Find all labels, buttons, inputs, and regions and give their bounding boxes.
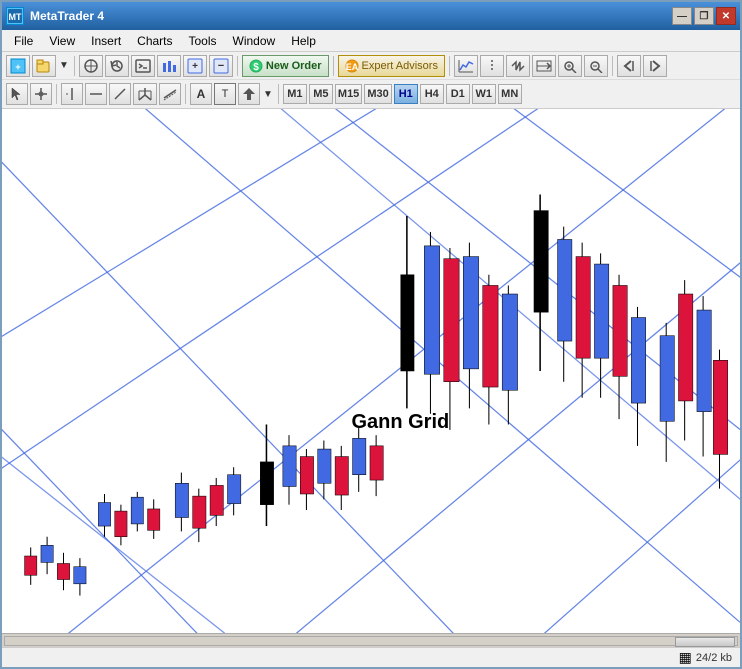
toolbar-sep-5	[612, 56, 613, 76]
restore-button[interactable]: ❐	[694, 7, 714, 25]
chart-area[interactable]: Gann Grid	[2, 109, 740, 633]
svg-text:+: +	[192, 61, 198, 72]
zoom-in2-button[interactable]	[558, 55, 582, 77]
crosshair-tool[interactable]	[30, 83, 52, 105]
tf-m1[interactable]: M1	[283, 84, 307, 104]
menu-insert[interactable]: Insert	[83, 32, 129, 50]
toolbar-sep-4	[449, 56, 450, 76]
draw-sep-3	[278, 84, 279, 104]
svg-text:−: −	[218, 60, 224, 72]
new-chart-button[interactable]: +	[6, 55, 30, 77]
title-bar: MT MetaTrader 4 — ❐ ✕	[2, 2, 740, 30]
tf-m5[interactable]: M5	[309, 84, 333, 104]
expert-advisors-label: Expert Advisors	[362, 60, 438, 72]
close-button[interactable]: ✕	[716, 7, 736, 25]
scrollbar-thumb[interactable]	[675, 637, 735, 647]
text-tool[interactable]: A	[190, 83, 212, 105]
menu-view[interactable]: View	[41, 32, 83, 50]
app-icon: MT	[6, 7, 24, 25]
main-window: MT MetaTrader 4 — ❐ ✕ File View Insert C…	[0, 0, 742, 669]
main-toolbar: + ▼	[2, 52, 740, 80]
zoom-in-button[interactable]: +	[183, 55, 207, 77]
chart-scrollbar[interactable]	[2, 633, 740, 647]
navigate-button[interactable]	[79, 55, 103, 77]
status-text: 24/2 kb	[696, 652, 732, 664]
arrow-tool[interactable]	[238, 83, 260, 105]
scroll-right-button[interactable]	[643, 55, 667, 77]
tf-h1[interactable]: H1	[394, 84, 418, 104]
status-icon: ▦	[679, 649, 692, 666]
scrollbar-track[interactable]	[4, 636, 738, 646]
zoom-out2-button[interactable]	[584, 55, 608, 77]
trendline-tool[interactable]	[109, 83, 131, 105]
tf-mn[interactable]: MN	[498, 84, 522, 104]
chart-scroll-button[interactable]	[506, 55, 530, 77]
zoom-out-button[interactable]: −	[209, 55, 233, 77]
status-bar: ▦ 24/2 kb	[2, 647, 740, 667]
chart-svg	[2, 109, 740, 633]
drawing-toolbar: A T ▼ M1 M5 M15 M30 H1 H4 D1 W1 MN	[2, 80, 740, 108]
minimize-button[interactable]: —	[672, 7, 692, 25]
toolbar-sep-1	[74, 56, 75, 76]
title-bar-left: MT MetaTrader 4	[6, 7, 104, 25]
menu-help[interactable]: Help	[283, 32, 324, 50]
draw-sep-1	[56, 84, 57, 104]
svg-text:EA: EA	[345, 62, 358, 72]
expert-advisors-button[interactable]: EA Expert Advisors	[338, 55, 445, 77]
tf-m30[interactable]: M30	[364, 84, 391, 104]
autoscroll-button[interactable]	[532, 55, 556, 77]
channel-tool[interactable]	[159, 83, 181, 105]
indicators-button[interactable]	[454, 55, 478, 77]
svg-text:+: +	[15, 62, 20, 72]
svg-text:$: $	[253, 62, 259, 73]
toolbar-sep-3	[333, 56, 334, 76]
chart-type-button[interactable]	[157, 55, 181, 77]
textlabel-tool[interactable]: T	[214, 83, 236, 105]
tf-h4[interactable]: H4	[420, 84, 444, 104]
menu-file[interactable]: File	[6, 32, 41, 50]
tf-m15[interactable]: M15	[335, 84, 362, 104]
draw-sep-2	[185, 84, 186, 104]
menu-bar: File View Insert Charts Tools Window Hel…	[2, 30, 740, 52]
toolbar-sep-2	[237, 56, 238, 76]
svg-text:MT: MT	[9, 12, 22, 22]
new-order-label: New Order	[266, 60, 322, 72]
cursor-tool[interactable]	[6, 83, 28, 105]
scroll-left-button[interactable]	[617, 55, 641, 77]
menu-window[interactable]: Window	[225, 32, 284, 50]
menu-tools[interactable]: Tools	[181, 32, 225, 50]
history-button[interactable]	[105, 55, 129, 77]
window-controls: — ❐ ✕	[672, 7, 736, 25]
toolbar-container: + ▼	[2, 52, 740, 109]
vertical-line-tool[interactable]	[61, 83, 83, 105]
terminal-button[interactable]	[131, 55, 155, 77]
period-sep-button[interactable]	[480, 55, 504, 77]
new-order-button[interactable]: $ New Order	[242, 55, 329, 77]
pitchfork-tool[interactable]	[133, 83, 157, 105]
open-button[interactable]	[32, 55, 56, 77]
horizontal-line-tool[interactable]	[85, 83, 107, 105]
tf-w1[interactable]: W1	[472, 84, 496, 104]
arrow-dropdown[interactable]: ▼	[262, 89, 274, 100]
tf-d1[interactable]: D1	[446, 84, 470, 104]
dropdown-arrow[interactable]: ▼	[58, 60, 70, 71]
menu-charts[interactable]: Charts	[129, 32, 180, 50]
window-title: MetaTrader 4	[30, 9, 104, 23]
